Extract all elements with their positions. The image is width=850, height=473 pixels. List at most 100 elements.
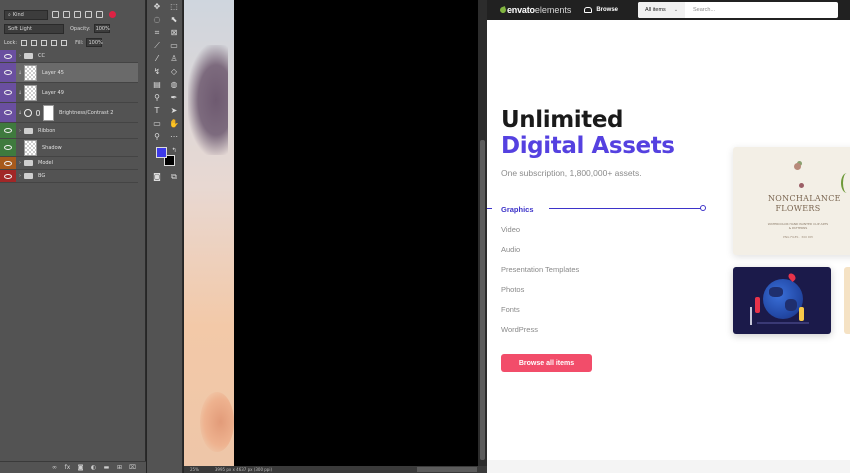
crop-tool-icon[interactable]: ⌗ (150, 27, 164, 39)
frame-tool-icon[interactable]: ⊠ (167, 27, 181, 39)
blend-mode-value: Soft Light (8, 25, 32, 32)
marquee-tool-icon[interactable]: ⬚ (167, 1, 181, 13)
browse-button[interactable]: Browse (584, 7, 618, 13)
layer-row[interactable]: Shadow (0, 139, 138, 157)
filter-shape-icon[interactable] (85, 11, 92, 18)
eraser-tool-icon[interactable]: ◇ (167, 66, 181, 78)
layer-row[interactable]: › Model (0, 157, 138, 170)
adjustment-icon[interactable]: ◐ (90, 464, 97, 471)
group-caret-icon[interactable]: › (16, 160, 24, 166)
shape-tool-icon[interactable]: ▭ (150, 118, 164, 130)
visibility-toggle[interactable] (0, 63, 16, 82)
browse-all-items-button[interactable]: Browse all items (501, 354, 592, 372)
lock-transparent-icon[interactable] (21, 39, 28, 46)
layer-row[interactable]: › BG (0, 170, 138, 183)
asset-card-partial[interactable] (844, 267, 850, 334)
zoom-level[interactable]: 25% (190, 467, 199, 472)
category-video[interactable]: Video (501, 224, 579, 244)
category-wordpress[interactable]: WordPress (501, 324, 579, 344)
layer-thumbnail (24, 139, 37, 156)
layer-row[interactable]: ↓ Layer 49 (0, 83, 138, 103)
group-caret-icon[interactable]: › (16, 53, 24, 59)
blend-mode-dropdown[interactable]: Soft Light (4, 23, 64, 34)
lock-move-icon[interactable] (41, 39, 48, 46)
envato-logo[interactable]: envato elements (499, 5, 571, 15)
foreground-color-swatch[interactable] (156, 147, 167, 158)
eyedropper-tool-icon[interactable]: ⟋ (150, 40, 164, 52)
layer-row[interactable]: › Ribbon (0, 123, 138, 139)
more-tools-icon[interactable]: ⋯ (167, 131, 181, 143)
search-input[interactable]: Search... (693, 7, 715, 13)
eye-icon (4, 160, 12, 166)
move-tool-icon[interactable]: ✥ (150, 1, 164, 13)
category-audio[interactable]: Audio (501, 244, 579, 264)
filter-adjustment-icon[interactable] (63, 11, 70, 18)
horizontal-scrollbar[interactable] (417, 467, 477, 472)
layer-name: Shadow (42, 144, 62, 151)
filter-pixel-icon[interactable] (52, 11, 59, 18)
folder-icon[interactable]: ▬ (103, 464, 110, 471)
visibility-toggle[interactable] (0, 83, 16, 102)
path-select-icon[interactable]: ➤ (167, 105, 181, 117)
filter-toggle[interactable] (109, 11, 116, 18)
history-brush-icon[interactable]: ↯ (150, 66, 164, 78)
swap-colors-icon[interactable]: ↰ (167, 145, 181, 157)
lock-artboard-icon[interactable] (51, 39, 58, 46)
group-caret-icon[interactable]: › (16, 128, 24, 134)
visibility-toggle[interactable] (0, 139, 16, 156)
asset-card-flowers[interactable]: NONCHALANCE FLOWERS WATERCOLOR HAND PAIN… (733, 147, 850, 255)
layer-filter-row: ⌕ Kind (0, 8, 146, 21)
new-layer-icon[interactable]: ⊞ (116, 464, 123, 471)
lock-label: Lock: (4, 39, 18, 46)
lock-all-icon[interactable] (61, 39, 68, 46)
select-tool-icon[interactable]: ⬉ (167, 14, 181, 26)
leaf-sprig-icon (841, 173, 850, 193)
visibility-toggle[interactable] (0, 123, 16, 138)
ruler-tool-icon[interactable]: ▭ (167, 40, 181, 52)
gradient-tool-icon[interactable]: ▤ (150, 79, 164, 91)
category-presentation-templates[interactable]: Presentation Templates (501, 264, 579, 284)
brush-tool-icon[interactable]: ⁄ (150, 53, 164, 65)
lasso-tool-icon[interactable]: ◌ (150, 14, 164, 26)
chevron-down-icon: ⌄ (673, 7, 679, 13)
asset-card-globe-illustration[interactable] (733, 267, 831, 334)
link-icon[interactable]: ∞ (51, 464, 58, 471)
stamp-tool-icon[interactable]: ♙ (167, 53, 181, 65)
category-graphics[interactable]: Graphics (501, 204, 579, 224)
visibility-toggle[interactable] (0, 157, 16, 169)
pen-tool-icon[interactable]: ✒ (167, 92, 181, 104)
vertical-scrollbar[interactable] (478, 0, 487, 466)
category-photos[interactable]: Photos (501, 284, 579, 304)
opacity-label: Opacity: (70, 25, 91, 32)
filter-smart-icon[interactable] (96, 11, 103, 18)
layer-row[interactable]: ↓ Layer 45 (0, 63, 138, 83)
document-canvas[interactable] (184, 0, 487, 466)
hand-tool-icon[interactable]: ✋ (167, 118, 181, 130)
visibility-toggle[interactable] (0, 103, 16, 122)
screen-mode-icon[interactable]: ⧉ (167, 171, 181, 183)
fx-icon[interactable]: fx (64, 464, 71, 471)
zoom-tool-icon[interactable]: ⚲ (150, 131, 164, 143)
search-category-dropdown[interactable]: All items ⌄ (638, 2, 686, 18)
layer-row[interactable]: › CC (0, 50, 138, 63)
group-caret-icon[interactable]: › (16, 173, 24, 179)
category-fonts[interactable]: Fonts (501, 304, 579, 324)
visibility-toggle[interactable] (0, 170, 16, 182)
folder-icon (24, 53, 33, 59)
quick-mask-icon[interactable]: ◙ (150, 171, 164, 183)
blur-tool-icon[interactable]: ◍ (167, 79, 181, 91)
filter-type-icon[interactable] (74, 11, 81, 18)
dodge-tool-icon[interactable]: ⚲ (150, 92, 164, 104)
fill-field[interactable]: 100% (86, 38, 103, 47)
clip-arrow-icon: ↓ (17, 109, 23, 116)
lock-brush-icon[interactable] (31, 39, 38, 46)
scroll-thumb[interactable] (480, 140, 485, 460)
type-tool-icon[interactable]: T (150, 105, 164, 117)
hero-subtitle: One subscription, 1,800,000+ assets. (501, 168, 642, 178)
mask-icon[interactable]: ◙ (77, 464, 84, 471)
layer-row[interactable]: ↓ Brightness/Contrast 2 (0, 103, 138, 123)
trash-icon[interactable]: ⌧ (129, 464, 136, 471)
visibility-toggle[interactable] (0, 50, 16, 62)
opacity-field[interactable]: 100% (93, 24, 110, 33)
filter-kind-dropdown[interactable]: ⌕ Kind (4, 9, 48, 20)
